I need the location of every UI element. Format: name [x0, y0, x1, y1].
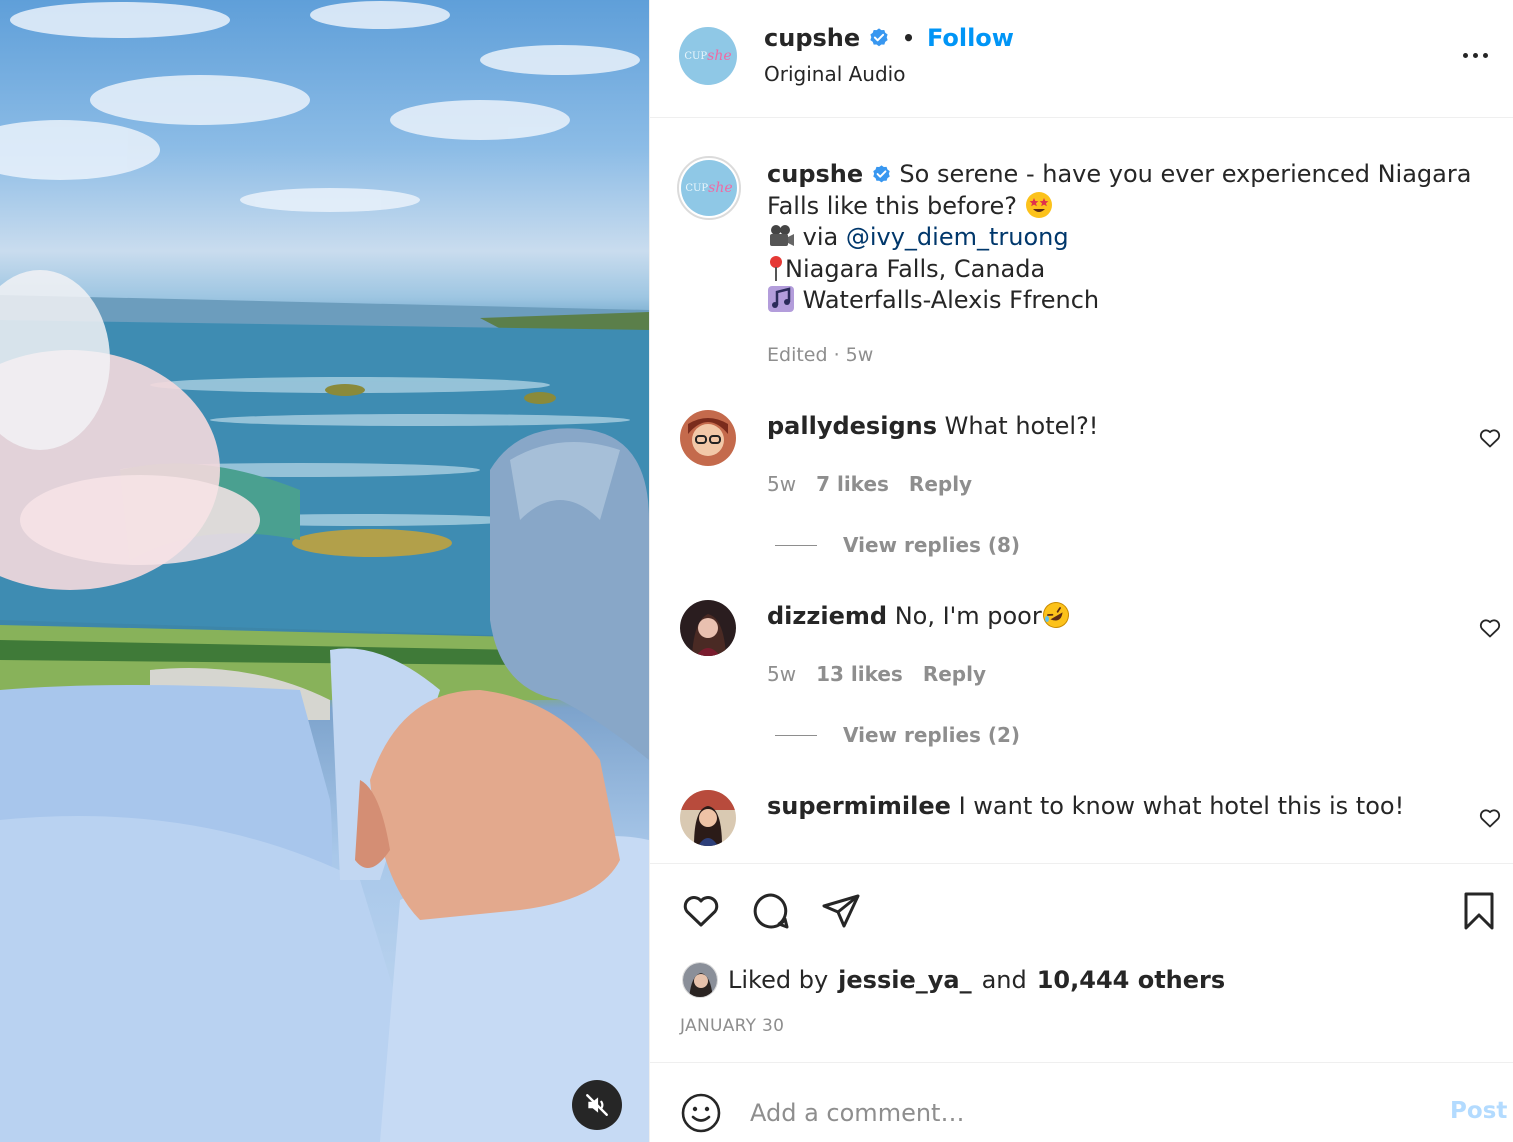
comment-body: I want to know what hotel this is too!: [958, 792, 1405, 820]
view-replies-label: View replies (2): [843, 723, 1021, 747]
replies-divider: [775, 734, 817, 736]
comment-text: supermimilee I want to know what hotel t…: [767, 790, 1404, 822]
mute-toggle-button[interactable]: [572, 1080, 622, 1130]
muted-speaker-icon: [586, 1094, 608, 1116]
commenter-username[interactable]: pallydesigns: [767, 412, 937, 440]
verified-badge-icon: [873, 165, 890, 183]
comment-text: dizziemd No, I'm poor: [767, 600, 1070, 632]
caption-meta: Edited · 5w: [767, 344, 874, 366]
post-actions: Liked by jessie_ya_ and 10,444 others JA…: [650, 863, 1513, 1063]
emoji-icon[interactable]: [680, 1092, 722, 1134]
author-line: cupshe • Follow: [764, 24, 1014, 52]
reply-button[interactable]: Reply: [923, 662, 986, 686]
bookmark-icon[interactable]: [1458, 890, 1500, 932]
caption-avatar[interactable]: CUP she: [677, 156, 741, 220]
heart-icon[interactable]: [1478, 616, 1502, 640]
rofl-emoji-icon: [1042, 602, 1069, 628]
post-video[interactable]: [0, 0, 649, 1142]
reply-button[interactable]: Reply: [909, 472, 972, 496]
commenter-avatar[interactable]: [680, 410, 736, 466]
comment-icon[interactable]: [750, 890, 792, 932]
view-replies-label: View replies (8): [843, 533, 1021, 557]
post-button[interactable]: Post: [1450, 1098, 1507, 1124]
caption-via: via: [802, 223, 839, 251]
add-comment-bar: Post: [650, 1064, 1513, 1142]
comment-body: No, I'm poor: [894, 602, 1042, 630]
view-replies-button[interactable]: View replies (2): [775, 723, 1020, 747]
caption-username[interactable]: cupshe: [767, 160, 863, 188]
view-replies-button[interactable]: View replies (8): [775, 533, 1020, 557]
heart-icon[interactable]: [680, 890, 722, 932]
verified-badge-icon: [870, 28, 888, 47]
caption-song: Waterfalls-Alexis Ffrench: [802, 286, 1100, 314]
comments-section[interactable]: CUP she cupshe So serene - have you ever …: [650, 119, 1513, 863]
separator-dot: •: [902, 26, 915, 50]
liker-username[interactable]: jessie_ya_: [838, 966, 971, 994]
comment-time: 5w: [767, 662, 797, 686]
comment-body: What hotel?!: [944, 412, 1099, 440]
video-frame: [0, 1, 649, 1142]
comment-time: 5w: [767, 472, 797, 496]
replies-divider: [775, 544, 817, 546]
liked-by-prefix: Liked by: [728, 966, 829, 994]
liked-by-and: and: [981, 966, 1027, 994]
movie-camera-emoji-icon: [770, 225, 794, 246]
comment-meta: 5w 13 likes Reply: [767, 662, 986, 686]
more-options-icon: [1462, 52, 1468, 58]
commenter-avatar[interactable]: [680, 600, 736, 656]
post-header: CUP she cupshe • Follow Original Audio: [650, 0, 1513, 118]
caption-text: cupshe So serene - have you ever experie…: [767, 159, 1497, 317]
commenter-username[interactable]: supermimilee: [767, 792, 951, 820]
comment-input[interactable]: [750, 1092, 1410, 1134]
liker-avatar[interactable]: [682, 962, 718, 998]
comment-meta: 5w 7 likes Reply: [767, 472, 972, 496]
round-pushpin-emoji-icon: [770, 255, 782, 281]
follow-button[interactable]: Follow: [927, 24, 1014, 52]
heart-icon[interactable]: [1478, 426, 1502, 450]
logo-text-she: she: [707, 48, 732, 64]
caption-location: Niagara Falls, Canada: [785, 254, 1046, 283]
audio-label[interactable]: Original Audio: [764, 62, 905, 86]
likes-count[interactable]: 10,444 others: [1037, 966, 1225, 994]
commenter-username[interactable]: dizziemd: [767, 602, 887, 630]
caption-mention-link[interactable]: @ivy_diem_truong: [846, 223, 1069, 251]
share-icon[interactable]: [820, 890, 862, 932]
comment-likes[interactable]: 7 likes: [816, 472, 889, 496]
author-username[interactable]: cupshe: [764, 24, 860, 52]
post-date[interactable]: JANUARY 30: [680, 1016, 784, 1036]
author-avatar[interactable]: CUP she: [679, 27, 737, 85]
more-options-button[interactable]: [1448, 40, 1502, 70]
comment-likes[interactable]: 13 likes: [816, 662, 903, 686]
logo-text-cup: CUP: [684, 50, 708, 62]
likes-summary: Liked by jessie_ya_ and 10,444 others: [682, 962, 1225, 998]
post-details-panel: CUP she cupshe • Follow Original Audio CU…: [649, 0, 1513, 1142]
star-struck-emoji-icon: [1025, 191, 1052, 218]
heart-icon[interactable]: [1478, 806, 1502, 830]
comment-text: pallydesigns What hotel?!: [767, 410, 1098, 442]
musical-notes-emoji-icon: [768, 286, 794, 312]
commenter-avatar[interactable]: [680, 790, 736, 846]
